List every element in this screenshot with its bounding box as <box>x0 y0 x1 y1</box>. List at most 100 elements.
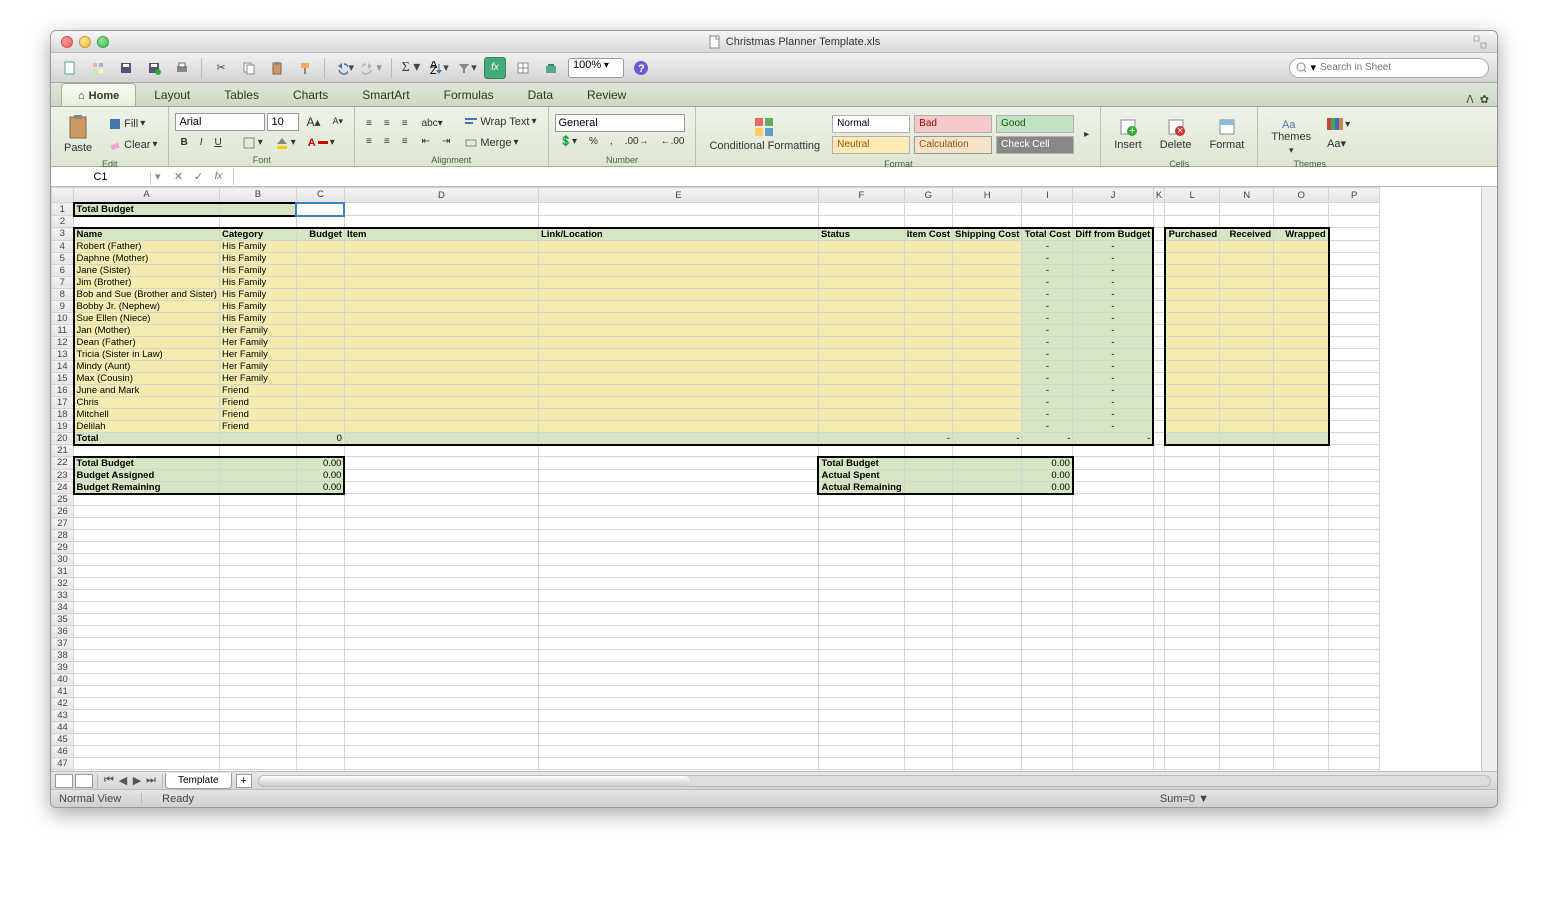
cell[interactable] <box>953 300 1022 312</box>
cell[interactable] <box>219 506 296 518</box>
cell[interactable] <box>1153 506 1164 518</box>
save-button[interactable] <box>115 57 137 79</box>
cell[interactable] <box>219 746 296 758</box>
cell[interactable] <box>953 626 1022 638</box>
cell[interactable] <box>904 276 952 288</box>
cell[interactable]: Robert (Father) <box>74 240 220 252</box>
cell[interactable] <box>904 602 952 614</box>
cell[interactable]: - <box>1073 384 1153 396</box>
cell[interactable] <box>1329 746 1380 758</box>
delete-cells-button[interactable]: ×Delete <box>1153 109 1199 159</box>
cell[interactable] <box>904 734 952 746</box>
cell[interactable] <box>1329 288 1380 300</box>
cell[interactable] <box>74 566 220 578</box>
cell[interactable] <box>344 518 538 530</box>
cell[interactable] <box>818 336 904 348</box>
cell[interactable] <box>344 614 538 626</box>
cell[interactable] <box>538 324 818 336</box>
cell[interactable] <box>1165 578 1220 590</box>
cell[interactable] <box>1274 300 1329 312</box>
cell[interactable] <box>953 722 1022 734</box>
cell[interactable] <box>1165 770 1220 772</box>
cell[interactable] <box>296 408 344 420</box>
cell[interactable] <box>1329 312 1380 324</box>
cell[interactable] <box>538 518 818 530</box>
cell[interactable]: - <box>1073 408 1153 420</box>
cell[interactable] <box>1153 457 1164 470</box>
cell[interactable]: Tricia (Sister in Law) <box>74 348 220 360</box>
cell[interactable] <box>1165 408 1220 420</box>
cell[interactable] <box>1220 758 1274 770</box>
cell[interactable] <box>1274 602 1329 614</box>
cell[interactable] <box>1153 384 1164 396</box>
cell[interactable] <box>219 626 296 638</box>
cell[interactable] <box>296 734 344 746</box>
cell[interactable] <box>818 566 904 578</box>
cell[interactable] <box>1329 432 1380 445</box>
cell[interactable]: - <box>1022 348 1073 360</box>
cell[interactable] <box>296 758 344 770</box>
cell[interactable]: 0 <box>296 432 344 445</box>
cell[interactable] <box>296 494 344 506</box>
cell[interactable] <box>1165 518 1220 530</box>
cell[interactable] <box>1165 746 1220 758</box>
cell[interactable] <box>1073 710 1153 722</box>
cell[interactable] <box>344 542 538 554</box>
cell[interactable] <box>1329 384 1380 396</box>
decrease-indent-button[interactable]: ⇤ <box>417 133 435 150</box>
cell[interactable] <box>904 626 952 638</box>
decrease-font-button[interactable]: A▾ <box>328 113 349 130</box>
cell[interactable] <box>1329 614 1380 626</box>
cell[interactable] <box>1329 494 1380 506</box>
page-layout-view-button[interactable] <box>75 774 93 788</box>
cell[interactable] <box>1022 494 1073 506</box>
sheet-tab-template[interactable]: Template <box>165 773 232 789</box>
cell[interactable] <box>344 203 538 216</box>
cell[interactable] <box>904 445 952 457</box>
cell[interactable]: - <box>1073 300 1153 312</box>
cell[interactable]: 0.00 <box>1022 457 1073 470</box>
cell[interactable] <box>1022 203 1073 216</box>
font-color-button[interactable]: A▾ <box>303 134 340 152</box>
cell[interactable]: Purchased <box>1165 228 1220 241</box>
cell[interactable] <box>219 203 296 216</box>
cell[interactable] <box>818 506 904 518</box>
cell[interactable] <box>538 614 818 626</box>
cell[interactable] <box>219 566 296 578</box>
cell[interactable] <box>74 602 220 614</box>
cell[interactable] <box>953 590 1022 602</box>
cell[interactable]: Her Family <box>219 348 296 360</box>
cell[interactable] <box>219 542 296 554</box>
cell[interactable] <box>1165 698 1220 710</box>
cell[interactable] <box>1022 506 1073 518</box>
cell[interactable] <box>538 686 818 698</box>
cell[interactable] <box>296 554 344 566</box>
cell[interactable] <box>1220 530 1274 542</box>
cell[interactable] <box>1329 530 1380 542</box>
prev-sheet-button[interactable]: ◀ <box>116 774 130 788</box>
cell[interactable]: Category <box>219 228 296 241</box>
cell[interactable] <box>74 638 220 650</box>
cell[interactable] <box>953 348 1022 360</box>
cell[interactable] <box>538 770 818 772</box>
cell[interactable] <box>953 650 1022 662</box>
cell[interactable] <box>296 288 344 300</box>
cell[interactable] <box>1165 336 1220 348</box>
cell[interactable] <box>818 324 904 336</box>
cell[interactable] <box>74 674 220 686</box>
cell[interactable] <box>1153 288 1164 300</box>
cell[interactable] <box>1329 324 1380 336</box>
cell[interactable] <box>818 722 904 734</box>
cell[interactable]: June and Mark <box>74 384 220 396</box>
cell[interactable] <box>344 578 538 590</box>
show-formulas-button[interactable] <box>512 57 534 79</box>
themes-button[interactable]: AaThemes▾ <box>1264 109 1318 159</box>
tab-home[interactable]: ⌂Home <box>61 83 136 106</box>
cell[interactable] <box>1220 432 1274 445</box>
cell[interactable] <box>818 542 904 554</box>
cell[interactable] <box>1153 408 1164 420</box>
cell[interactable] <box>344 372 538 384</box>
cell[interactable] <box>953 288 1022 300</box>
cell[interactable] <box>1073 590 1153 602</box>
cell[interactable] <box>538 396 818 408</box>
